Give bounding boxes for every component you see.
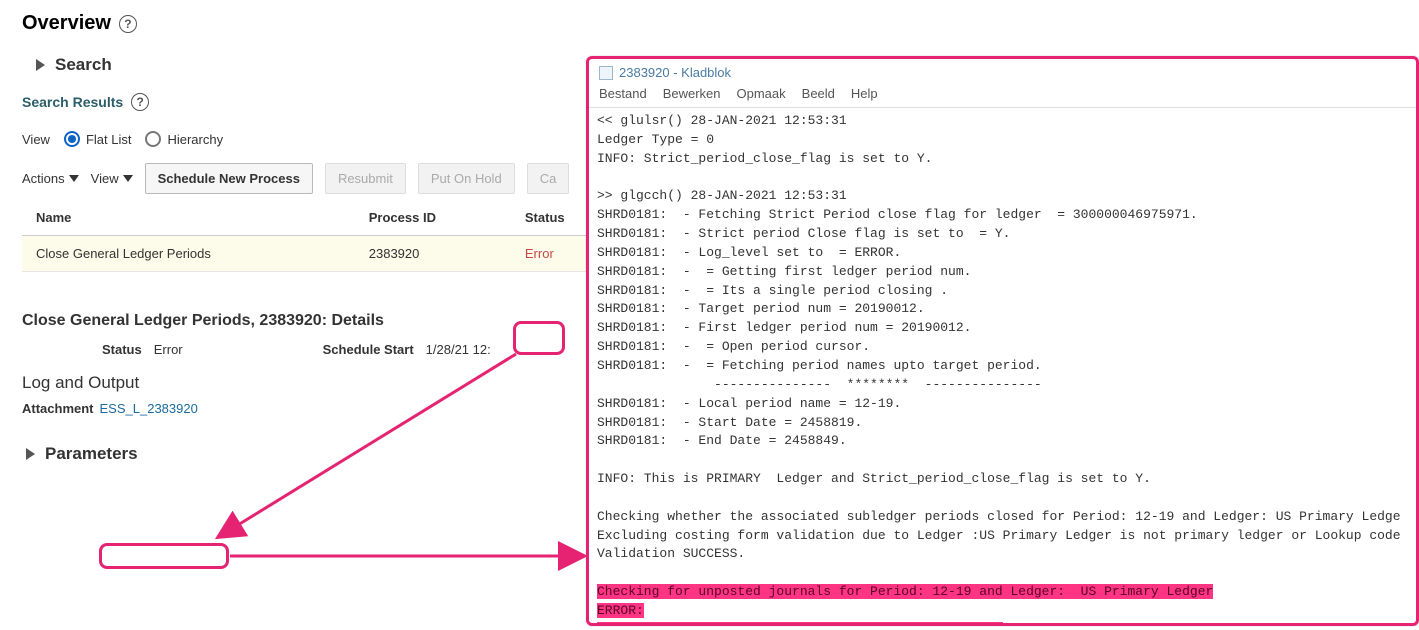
menu-file[interactable]: Bestand	[599, 86, 647, 101]
log-text-plain: << glulsr() 28-JAN-2021 12:53:31 Ledger …	[597, 113, 1401, 561]
actions-menu[interactable]: Actions	[22, 171, 79, 186]
radio-icon	[145, 131, 161, 147]
cell-process-id: 2383920	[355, 236, 511, 272]
chevron-right-icon	[26, 448, 35, 460]
page-title-text: Overview	[22, 12, 111, 35]
radio-icon	[64, 131, 80, 147]
view-label: View	[22, 132, 50, 147]
radio-flat-list[interactable]: Flat List	[64, 131, 132, 147]
cancel-button: Ca	[527, 163, 570, 194]
chevron-right-icon	[36, 59, 45, 71]
search-label: Search	[55, 55, 112, 75]
status-label: Status	[102, 342, 142, 357]
status-value: Error	[154, 342, 183, 357]
notepad-titlebar[interactable]: 2383920 - Kladblok	[589, 59, 1416, 86]
results-table: Name Process ID Status Close General Led…	[22, 200, 622, 272]
radio-hierarchy-label: Hierarchy	[167, 132, 223, 147]
radio-hierarchy[interactable]: Hierarchy	[145, 131, 223, 147]
menu-format[interactable]: Opmaak	[737, 86, 786, 101]
col-process-id: Process ID	[355, 200, 511, 236]
schedule-start-value: 1/28/21 12:	[426, 342, 491, 357]
page-title: Overview ?	[22, 12, 1397, 35]
attachment-link[interactable]: ESS_L_2383920	[100, 401, 198, 416]
actions-label: Actions	[22, 171, 65, 186]
callout-highlight-attachment	[99, 543, 229, 569]
view-menu-label: View	[91, 171, 119, 186]
resubmit-button: Resubmit	[325, 163, 406, 194]
notepad-window: 2383920 - Kladblok Bestand Bewerken Opma…	[586, 56, 1419, 626]
schedule-start-label: Schedule Start	[323, 342, 414, 357]
help-icon[interactable]: ?	[119, 15, 137, 33]
menu-view[interactable]: Beeld	[802, 86, 835, 101]
menu-help[interactable]: Help	[851, 86, 878, 101]
chevron-down-icon	[123, 175, 133, 182]
radio-flat-label: Flat List	[86, 132, 132, 147]
notepad-menubar: Bestand Bewerken Opmaak Beeld Help	[589, 86, 1416, 108]
menu-edit[interactable]: Bewerken	[663, 86, 721, 101]
help-icon[interactable]: ?	[131, 93, 149, 111]
view-menu[interactable]: View	[91, 171, 133, 186]
put-on-hold-button: Put On Hold	[418, 163, 515, 194]
col-name: Name	[22, 200, 355, 236]
search-results-label: Search Results	[22, 94, 123, 110]
parameters-label: Parameters	[45, 444, 138, 464]
notepad-title-text: 2383920 - Kladblok	[619, 65, 731, 80]
chevron-down-icon	[69, 175, 79, 182]
status-badge[interactable]: Error	[525, 246, 554, 261]
attachment-label: Attachment	[22, 401, 94, 416]
notepad-body[interactable]: << glulsr() 28-JAN-2021 12:53:31 Ledger …	[589, 108, 1416, 626]
log-text-highlight: Checking for unposted journals for Perio…	[597, 584, 1213, 626]
notepad-icon	[599, 66, 613, 80]
table-row[interactable]: Close General Ledger Periods 2383920 Err…	[22, 236, 622, 272]
cell-name: Close General Ledger Periods	[22, 236, 355, 272]
schedule-new-process-button[interactable]: Schedule New Process	[145, 163, 313, 194]
